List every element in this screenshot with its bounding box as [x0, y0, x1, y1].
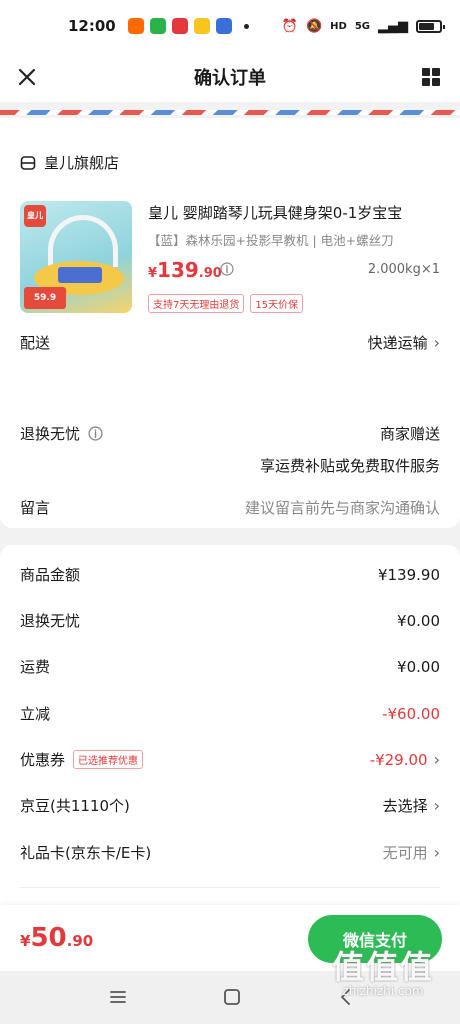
chevron-right-icon: ›	[433, 333, 440, 352]
brand-logo: 皇儿	[24, 205, 46, 227]
return-worry-label: 退换无忧	[20, 425, 81, 443]
taobao-icon	[127, 18, 144, 34]
gift-card-row[interactable]: 礼品卡(京东卡/E卡) 无可用 ›	[20, 842, 440, 863]
home-icon[interactable]	[220, 985, 244, 1009]
notes-app-icon	[193, 18, 210, 34]
address-stripe-divider	[0, 110, 460, 115]
hd-indicator: HD	[330, 20, 347, 32]
menu-grid-icon[interactable]	[422, 68, 440, 86]
order-total: ¥50.90	[20, 923, 94, 953]
delivery-value: 快递运输	[367, 334, 428, 352]
shield-app-icon	[215, 18, 232, 34]
store-icon	[20, 155, 36, 170]
product-thumbnail[interactable]: 皇儿 59.9	[20, 201, 132, 313]
mute-icon: 🔕	[305, 18, 323, 34]
checkout-bar: ¥50.90 微信支付	[0, 905, 460, 971]
store-header[interactable]: 皇儿旗舰店	[20, 152, 119, 173]
product-spec[interactable]: 【蓝】森林乐园+投影早教机 | 电池+螺丝刀	[148, 230, 440, 249]
summary-row: 立减 -¥60.00	[20, 704, 440, 724]
product-price: ¥139.90	[148, 258, 222, 282]
order-item-card: 皇儿旗舰店 皇儿 59.9 皇儿 婴脚踏琴儿玩具健身架0-1岁宝宝 【蓝】森林乐…	[0, 118, 460, 528]
status-bar: 12:00 ⏰ 🔕 HD 5G ▂▄▆	[0, 0, 460, 52]
return-worry-value: 商家赠送	[379, 425, 440, 443]
coupon-badge: 已选推荐优惠	[73, 750, 144, 769]
message-label: 留言	[20, 499, 51, 517]
return-worry-subtext: 享运费补贴或免费取件服务	[259, 457, 440, 475]
return-policy-tag: 支持7天无理由退货	[148, 294, 245, 313]
price-summary-card: 商品金额 ¥139.90 退换无忧 ¥0.00 运费 ¥0.00 立减 -¥60…	[0, 545, 460, 905]
nav-bar: 确认订单	[0, 52, 460, 102]
summary-row: 商品金额 ¥139.90	[20, 565, 440, 585]
store-name: 皇儿旗舰店	[44, 154, 120, 172]
price-protect-tag: 15天价保	[250, 294, 304, 313]
chevron-right-icon: ›	[433, 750, 440, 769]
jd-beans-row[interactable]: 京豆(共1110个) 去选择 ›	[20, 795, 440, 816]
status-time: 12:00	[68, 17, 116, 35]
summary-row: 退换无忧 ¥0.00	[20, 611, 440, 631]
service-tags: 支持7天无理由退货 15天价保	[148, 294, 304, 313]
message-input[interactable]: 建议留言前先与商家沟通确认	[245, 497, 440, 518]
battery-icon	[416, 19, 445, 33]
return-worry-row[interactable]: 退换无忧 商家赠送	[20, 423, 440, 444]
system-nav-bar	[0, 971, 460, 1024]
delivery-label: 配送	[20, 334, 51, 352]
close-icon[interactable]	[14, 64, 40, 90]
page-title: 确认订单	[194, 68, 266, 89]
network-indicator: 5G	[354, 20, 370, 32]
back-icon[interactable]	[334, 985, 358, 1009]
wechat-pay-button[interactable]: 微信支付	[308, 915, 442, 963]
menu-icon[interactable]	[106, 985, 130, 1009]
price-info-icon[interactable]	[220, 262, 234, 276]
signal-icon: ▂▄▆	[378, 18, 408, 34]
thumbnail-price-tag: 59.9	[24, 287, 66, 309]
chevron-right-icon: ›	[433, 843, 440, 862]
product-title[interactable]: 皇儿 婴脚踏琴儿玩具健身架0-1岁宝宝	[148, 202, 440, 223]
alarm-icon: ⏰	[281, 18, 298, 34]
delivery-row[interactable]: 配送 快递运输 ›	[20, 332, 440, 353]
video-app-icon	[149, 18, 166, 34]
coupon-row[interactable]: 优惠券 已选推荐优惠 -¥29.00 ›	[20, 749, 440, 770]
info-icon[interactable]	[88, 426, 103, 441]
chevron-right-icon: ›	[433, 796, 440, 815]
product-weight-quantity: 2.000kg×1	[367, 262, 440, 277]
divider	[20, 887, 440, 888]
jd-app-icon	[171, 18, 188, 34]
summary-row: 运费 ¥0.00	[20, 657, 440, 677]
message-row[interactable]: 留言 建议留言前先与商家沟通确认	[20, 497, 440, 518]
more-notifications-icon	[243, 23, 249, 29]
